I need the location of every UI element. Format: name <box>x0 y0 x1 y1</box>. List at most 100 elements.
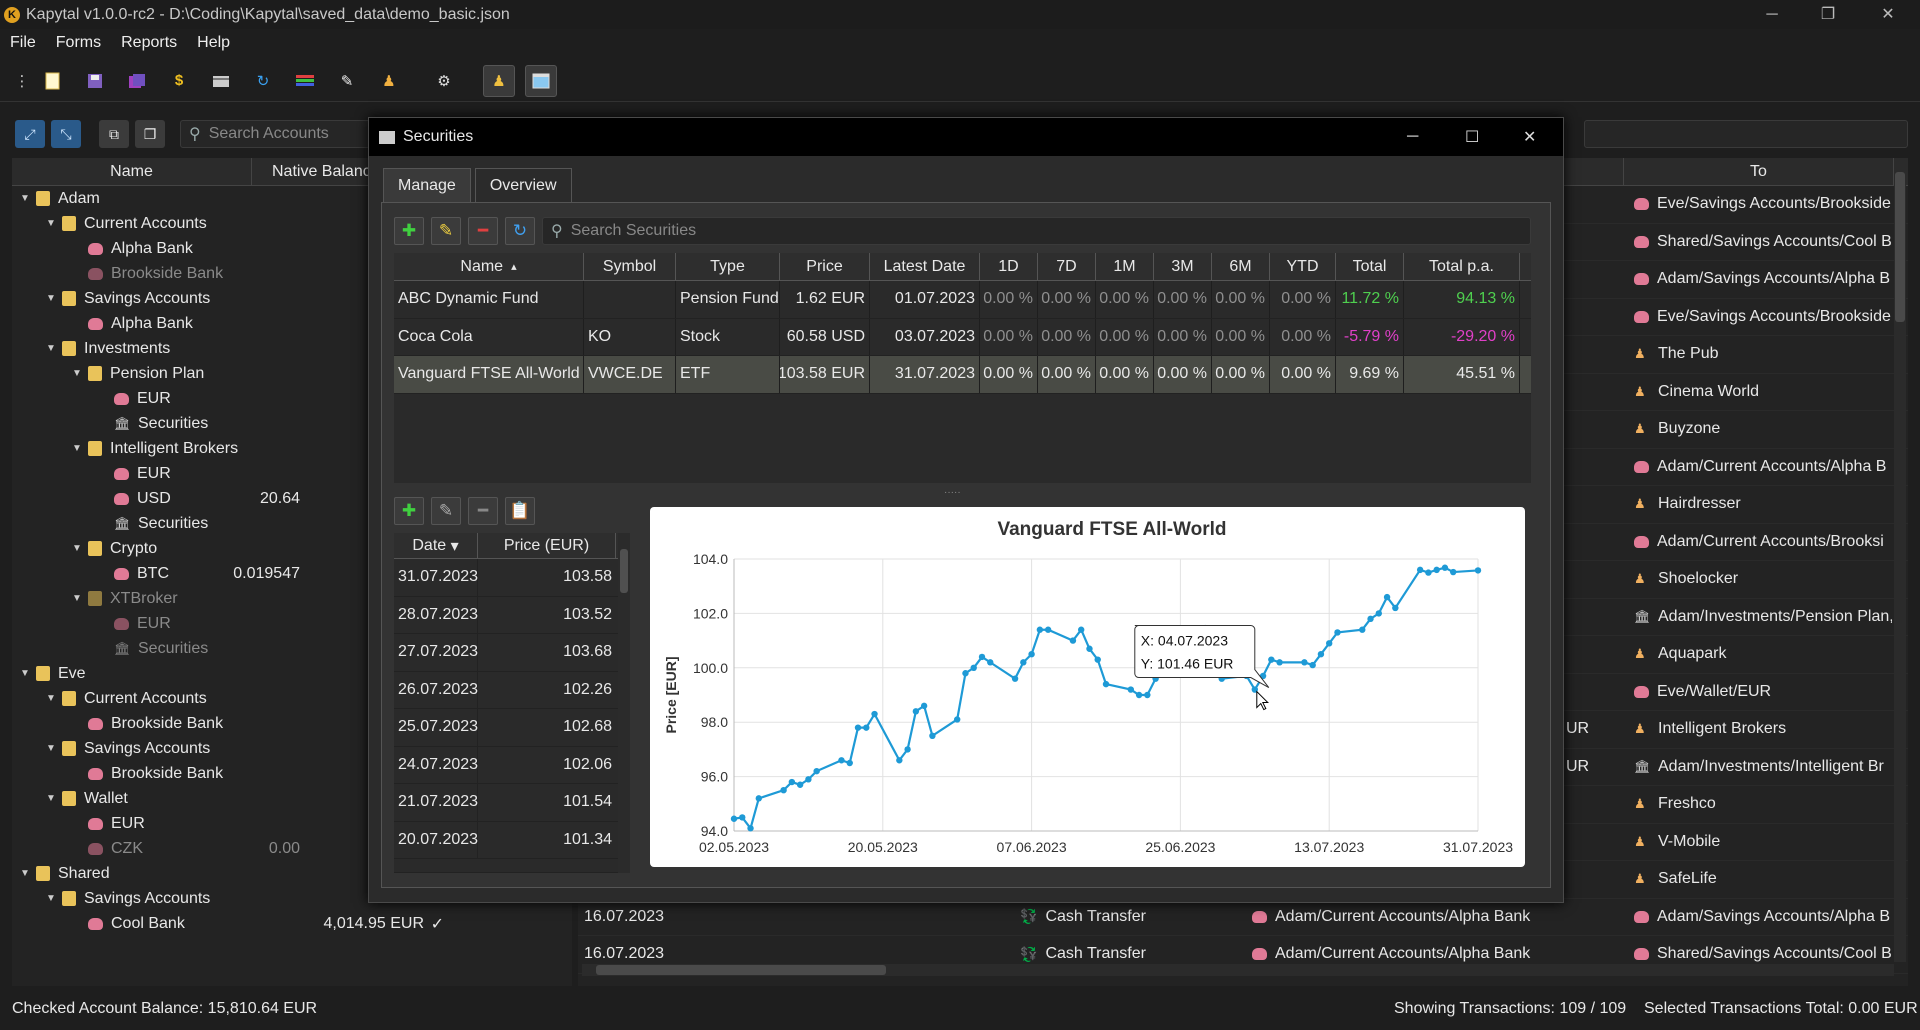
gear-icon[interactable]: ⚙ <box>428 65 460 97</box>
remove-price-icon[interactable]: ━ <box>468 497 498 525</box>
add-price-icon[interactable]: ✚ <box>394 497 424 525</box>
close-icon[interactable]: ✕ <box>1860 0 1916 29</box>
save-icon[interactable] <box>79 65 111 97</box>
menu-forms[interactable]: Forms <box>46 34 111 52</box>
v-scrollbar[interactable] <box>1894 158 1906 962</box>
minimize-icon[interactable]: ─ <box>1744 0 1800 29</box>
expand-arrow-icon[interactable]: ▼ <box>44 893 58 904</box>
tree-row[interactable]: Cool Bank4,014.95 EUR✓✓ <box>12 911 572 936</box>
security-row[interactable]: Coca Cola KO Stock 60.58 USD 03.07.2023 0.00 … <box>394 318 1531 356</box>
expand-arrow-icon[interactable]: ▼ <box>44 693 58 704</box>
col-name[interactable]: Name <box>12 158 252 185</box>
transaction-to: ♟ SafeLife <box>1630 870 1892 888</box>
search-accounts-input[interactable]: ⚲ Search Accounts <box>180 120 375 148</box>
transaction-from-label: Adam/Current Accounts/Alpha Bank <box>1275 945 1531 963</box>
duplicate-icon[interactable]: ❐ <box>135 120 165 148</box>
expand-arrow-icon[interactable]: ▼ <box>70 443 84 454</box>
check-mark-icon[interactable]: ✓ <box>431 914 444 934</box>
tree-label: Investments <box>84 339 171 357</box>
expand-arrow-icon[interactable]: ▼ <box>44 343 58 354</box>
col-header[interactable]: Type <box>676 253 780 280</box>
price-row[interactable]: 25.07.2023 102.68 <box>394 709 630 747</box>
paste-price-icon[interactable]: 📋 <box>505 497 535 525</box>
dialog-minimize-icon[interactable]: ─ <box>1407 128 1418 146</box>
menu-help[interactable]: Help <box>187 34 240 52</box>
dollar-icon[interactable]: $ <box>163 65 195 97</box>
price-row[interactable]: 31.07.2023 103.58 <box>394 559 630 597</box>
menu-reports[interactable]: Reports <box>111 34 187 52</box>
tab-manage[interactable]: Manage <box>383 168 471 202</box>
security-row[interactable]: Vanguard FTSE All-World VWCE.DE ETF 103.58 … <box>394 356 1531 394</box>
person-panel-icon[interactable]: ♟ <box>483 64 515 97</box>
person-icon[interactable]: ♟ <box>373 65 405 97</box>
col-header[interactable]: YTD <box>1270 253 1336 280</box>
price-row-partial[interactable] <box>394 859 630 873</box>
col-date[interactable]: Date ▾ <box>394 533 478 558</box>
col-header[interactable]: Total p.a. <box>1404 253 1520 280</box>
expand-arrow-icon[interactable]: ▼ <box>44 743 58 754</box>
save-as-icon[interactable] <box>121 65 153 97</box>
tree-label: Current Accounts <box>84 689 207 707</box>
stack-icon[interactable] <box>289 65 321 97</box>
folder-icon <box>88 541 102 556</box>
transaction-to: Adam/Savings Accounts/Alpha B <box>1630 270 1892 288</box>
price-row[interactable]: 27.07.2023 103.68 <box>394 634 630 672</box>
restore-icon[interactable]: ❐ <box>1800 0 1856 29</box>
refresh-prices-icon[interactable]: ↻ <box>505 217 535 245</box>
price-row[interactable]: 28.07.2023 103.52 <box>394 596 630 634</box>
v-scroll-thumb[interactable] <box>1895 172 1905 322</box>
pen-icon[interactable]: ✎ <box>331 65 363 97</box>
price-row[interactable]: 20.07.2023 101.34 <box>394 821 630 859</box>
col-header[interactable]: Name ▴ <box>394 253 584 280</box>
col-to[interactable]: To <box>1624 158 1894 185</box>
tab-overview[interactable]: Overview <box>474 168 572 202</box>
copy-icon[interactable]: ⧉ <box>99 120 129 148</box>
price-scroll-thumb[interactable] <box>620 549 628 593</box>
x-tick-label: 13.07.2023 <box>1294 839 1364 855</box>
edit-price-icon[interactable]: ✎ <box>431 497 461 525</box>
col-header[interactable]: 6M <box>1212 253 1270 280</box>
h-scroll-thumb[interactable] <box>596 965 886 975</box>
security-row[interactable]: ABC Dynamic Fund Pension Fund 1.62 EUR 01.0… <box>394 281 1531 319</box>
price-row[interactable]: 24.07.2023 102.06 <box>394 746 630 784</box>
price-scrollbar[interactable] <box>618 533 630 873</box>
new-file-icon[interactable] <box>37 65 69 97</box>
col-price[interactable]: Price (EUR) <box>478 533 616 558</box>
expand-arrow-icon[interactable]: ▼ <box>44 293 58 304</box>
dialog-close-icon[interactable]: ✕ <box>1523 127 1536 147</box>
expand-all-icon[interactable]: ⤢ <box>15 120 45 148</box>
col-header[interactable]: Symbol <box>584 253 676 280</box>
collapse-all-icon[interactable]: ⤡ <box>51 120 81 148</box>
splitter-handle[interactable]: ····· <box>944 487 961 498</box>
edit-security-icon[interactable]: ✎ <box>431 217 461 245</box>
security-cell-type: Stock <box>676 318 780 355</box>
add-security-icon[interactable]: ✚ <box>394 217 424 245</box>
col-header[interactable]: 1M <box>1096 253 1154 280</box>
dialog-maximize-icon[interactable]: ☐ <box>1465 127 1479 147</box>
refresh-icon[interactable]: ↻ <box>247 65 279 97</box>
price-row[interactable]: 26.07.2023 102.26 <box>394 671 630 709</box>
col-header[interactable]: 7D <box>1038 253 1096 280</box>
search-transactions-input[interactable] <box>1584 120 1908 148</box>
expand-arrow-icon[interactable]: ▼ <box>70 593 84 604</box>
expand-arrow-icon[interactable]: ▼ <box>18 668 32 679</box>
remove-security-icon[interactable]: ━ <box>468 217 498 245</box>
col-header[interactable]: Total <box>1336 253 1404 280</box>
expand-arrow-icon[interactable]: ▼ <box>18 193 32 204</box>
expand-arrow-icon[interactable]: ▼ <box>70 543 84 554</box>
expand-arrow-icon[interactable]: ▼ <box>70 368 84 379</box>
col-header[interactable]: Price <box>780 253 870 280</box>
col-header[interactable]: Latest Date <box>870 253 980 280</box>
window-icon[interactable] <box>525 64 557 97</box>
h-scrollbar[interactable] <box>582 964 1894 976</box>
search-securities-input[interactable]: ⚲ Search Securities <box>542 217 1531 245</box>
expand-arrow-icon[interactable]: ▼ <box>44 218 58 229</box>
transaction-row[interactable]: 16.07.2023 💱 Cash Transfer Adam/Current Acc… <box>578 899 1908 936</box>
price-row[interactable]: 21.07.2023 101.54 <box>394 784 630 822</box>
card-icon[interactable] <box>205 65 237 97</box>
col-header[interactable]: 1D <box>980 253 1038 280</box>
menu-file[interactable]: File <box>0 34 46 52</box>
expand-arrow-icon[interactable]: ▼ <box>18 868 32 879</box>
col-header[interactable]: 3M <box>1154 253 1212 280</box>
expand-arrow-icon[interactable]: ▼ <box>44 793 58 804</box>
